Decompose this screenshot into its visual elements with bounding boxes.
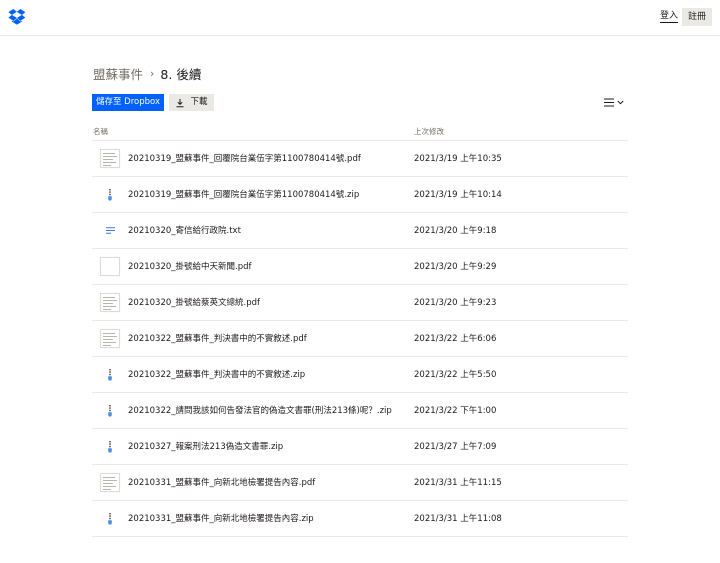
file-name[interactable]: 20210320_掛號給蔡英文總統.pdf [128, 297, 260, 309]
download-label: 下載 [190, 97, 208, 107]
file-modified-date: 2021/3/20 上午9:23 [414, 298, 497, 308]
file-modified-date: 2021/3/22 上午5:50 [414, 370, 497, 380]
file-modified-date: 2021/3/19 上午10:35 [414, 154, 502, 164]
file-name[interactable]: 20210327_報案刑法213偽造文書罪.zip [128, 441, 283, 453]
breadcrumb-separator: › [150, 67, 155, 80]
chevron-down-icon [617, 100, 624, 105]
file-row[interactable]: 20210322_請問我該如何告發法官的偽造文書罪(刑法213條)呢？.zip 2… [92, 393, 628, 429]
pdf-thumbnail-icon [100, 293, 120, 312]
pdf-thumbnail-icon [100, 257, 120, 276]
file-row[interactable]: 20210327_報案刑法213偽造文書罪.zip 2021/3/27 上午7:0… [92, 429, 628, 465]
file-modified-date: 2021/3/20 上午9:29 [414, 262, 497, 272]
dropbox-logo-icon[interactable] [8, 9, 26, 25]
download-icon [176, 98, 184, 107]
file-name[interactable]: 20210322_請問我該如何告發法官的偽造文書罪(刑法213條)呢？.zip [128, 405, 392, 417]
breadcrumb-parent[interactable]: 盟蘇事件 [93, 64, 143, 83]
login-link[interactable]: 登入 [660, 11, 679, 23]
file-modified-date: 2021/3/22 上午6:06 [414, 334, 497, 344]
list-view-icon [604, 98, 614, 107]
file-modified-date: 2021/3/27 上午7:09 [414, 442, 497, 452]
zip-file-icon [100, 437, 120, 456]
zip-file-icon [100, 365, 120, 384]
file-row[interactable]: 20210320_寄信給行政院.txt 2021/3/20 上午9:18 [92, 213, 628, 249]
file-name[interactable]: 20210322_盟蘇事件_判決書中的不實敘述.zip [128, 369, 305, 381]
column-header-modified[interactable]: 上次修改 [414, 126, 444, 137]
breadcrumb-current: 8. 後續 [160, 67, 202, 82]
text-file-icon [100, 221, 120, 240]
file-name[interactable]: 20210319_盟蘇事件_回覆院台業伍字第1100780414號.zip [128, 189, 359, 201]
file-row[interactable]: 20210322_盟蘇事件_判決書中的不實敘述.pdf 2021/3/22 上午6… [92, 321, 628, 357]
pdf-thumbnail-icon [100, 329, 120, 348]
file-row[interactable]: 20210319_盟蘇事件_回覆院台業伍字第1100780414號.pdf 202… [92, 141, 628, 177]
file-modified-date: 2021/3/19 上午10:14 [414, 190, 502, 200]
column-header-name[interactable]: 名稱 [93, 126, 108, 137]
file-row[interactable]: 20210331_盟蘇事件_向新北地檢署提告內容.pdf 2021/3/31 上午… [92, 465, 628, 501]
file-row[interactable]: 20210331_盟蘇事件_向新北地檢署提告內容.zip 2021/3/31 上午… [92, 501, 628, 537]
file-row[interactable]: 20210320_掛號給蔡英文總統.pdf 2021/3/20 上午9:23 [92, 285, 628, 321]
file-name[interactable]: 20210320_寄信給行政院.txt [128, 225, 241, 237]
view-toggle-button[interactable] [604, 96, 626, 109]
download-button[interactable]: 下載 [169, 94, 214, 111]
file-name[interactable]: 20210320_掛號給中天新聞.pdf [128, 261, 252, 273]
file-modified-date: 2021/3/31 上午11:08 [414, 514, 502, 524]
file-name[interactable]: 20210322_盟蘇事件_判決書中的不實敘述.pdf [128, 333, 307, 345]
pdf-thumbnail-icon [100, 149, 120, 168]
file-modified-date: 2021/3/22 下午1:00 [414, 406, 497, 416]
file-row[interactable]: 20210320_掛號給中天新聞.pdf 2021/3/20 上午9:29 [92, 249, 628, 285]
file-row[interactable]: 20210322_盟蘇事件_判決書中的不實敘述.zip 2021/3/22 上午5… [92, 357, 628, 393]
zip-file-icon [100, 509, 120, 528]
file-modified-date: 2021/3/20 上午9:18 [414, 226, 497, 236]
pdf-thumbnail-icon [100, 473, 120, 492]
file-row[interactable]: 20210319_盟蘇事件_回覆院台業伍字第1100780414號.zip 202… [92, 177, 628, 213]
file-list: 20210319_盟蘇事件_回覆院台業伍字第1100780414號.pdf 202… [92, 141, 628, 537]
signup-button[interactable]: 註冊 [682, 8, 712, 26]
zip-file-icon [100, 401, 120, 420]
file-modified-date: 2021/3/31 上午11:15 [414, 478, 502, 488]
zip-file-icon [100, 185, 120, 204]
file-name[interactable]: 20210331_盟蘇事件_向新北地檢署提告內容.zip [128, 513, 314, 525]
breadcrumb: 盟蘇事件 › 8. 後續 [93, 64, 201, 83]
save-to-dropbox-button[interactable]: 儲存至 Dropbox [92, 94, 164, 111]
top-bar: 登入 註冊 [0, 0, 720, 36]
file-name[interactable]: 20210331_盟蘇事件_向新北地檢署提告內容.pdf [128, 477, 315, 489]
file-name[interactable]: 20210319_盟蘇事件_回覆院台業伍字第1100780414號.pdf [128, 153, 361, 165]
